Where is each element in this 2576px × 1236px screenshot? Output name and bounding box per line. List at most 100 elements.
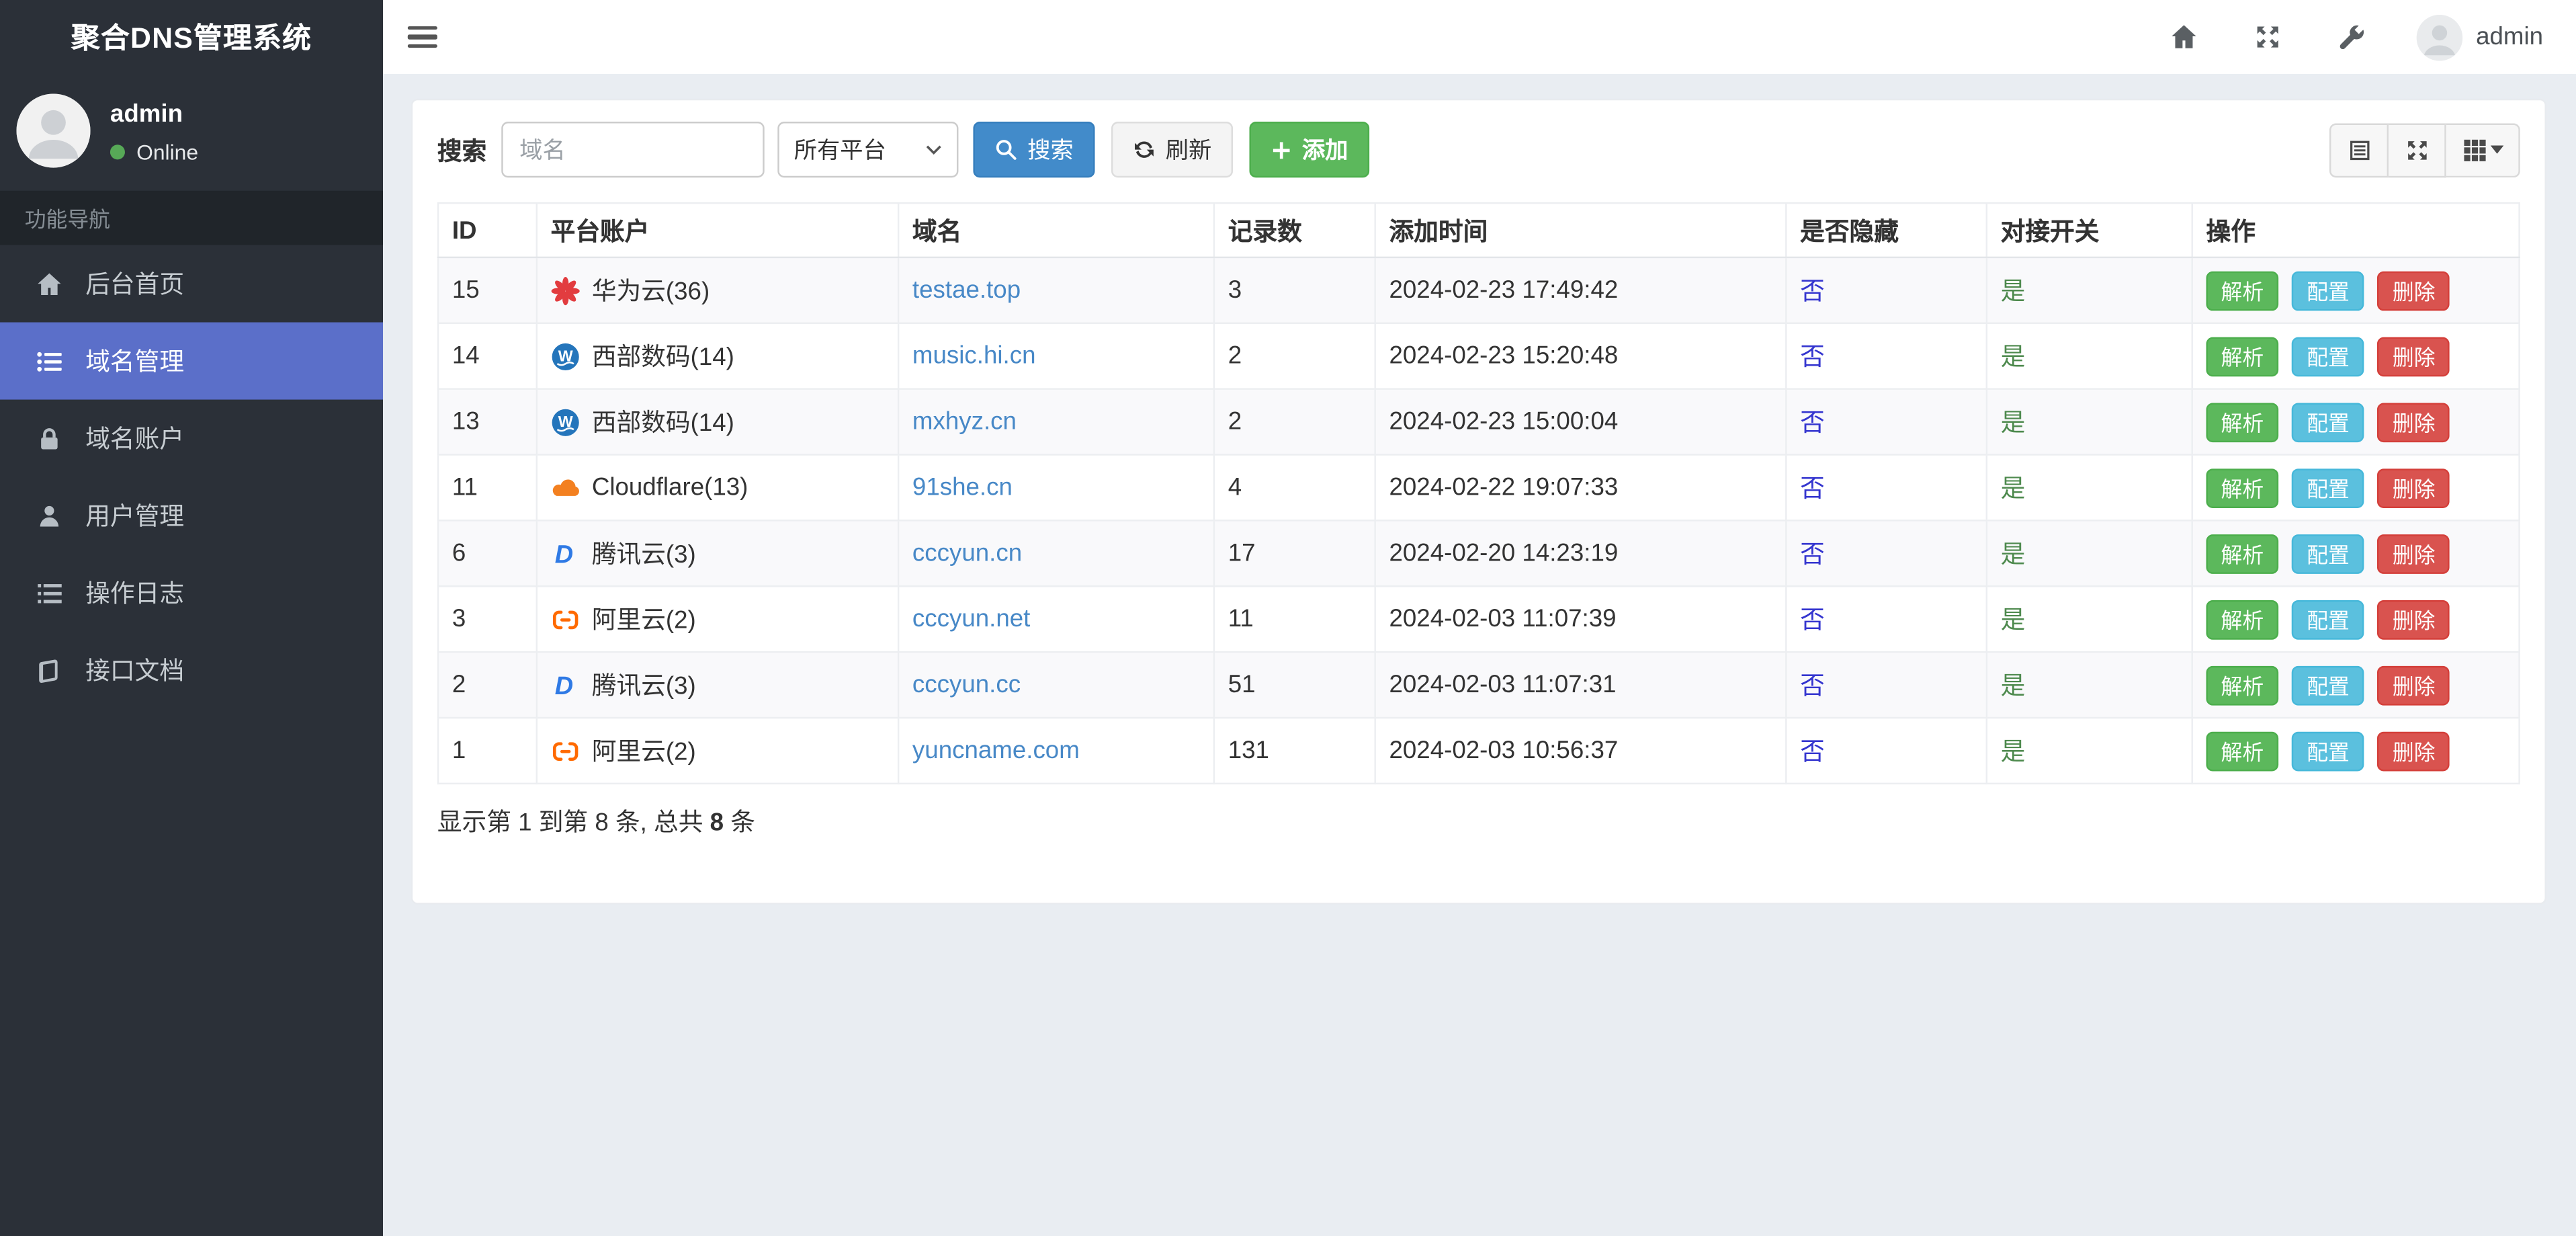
domain-link[interactable]: yuncname.com: [912, 737, 1080, 765]
table-header-row: ID 平台账户 域名 记录数 添加时间 是否隐藏 对接开关 操作: [437, 202, 2520, 259]
search-input[interactable]: [501, 122, 765, 178]
config-button[interactable]: 配置: [2292, 336, 2364, 376]
user-menu[interactable]: admin: [2394, 13, 2553, 60]
cell-hidden: 否: [1785, 454, 1988, 522]
columns-button[interactable]: [2446, 122, 2520, 177]
switch-toggle[interactable]: 是: [2001, 739, 2026, 767]
chevron-down-icon: [926, 145, 942, 155]
lock-icon: [33, 425, 66, 451]
fullscreen-button[interactable]: [2226, 0, 2310, 74]
hidden-toggle[interactable]: 否: [1800, 541, 1825, 569]
domain-link[interactable]: cccyun.cc: [912, 671, 1021, 699]
domain-link[interactable]: 91she.cn: [912, 474, 1013, 502]
delete-button[interactable]: 删除: [2377, 468, 2450, 507]
switch-toggle[interactable]: 是: [2001, 343, 2026, 372]
delete-button[interactable]: 删除: [2377, 599, 2450, 639]
topbar-actions: admin: [2142, 0, 2576, 74]
domain-link[interactable]: testae.top: [912, 276, 1021, 304]
config-button[interactable]: 配置: [2292, 402, 2364, 442]
sidebar-item-dashboard[interactable]: 后台首页: [0, 245, 383, 323]
parse-button[interactable]: 解析: [2206, 731, 2279, 771]
add-button[interactable]: 添加: [1249, 122, 1370, 178]
hidden-toggle[interactable]: 否: [1800, 739, 1825, 767]
switch-toggle[interactable]: 是: [2001, 278, 2026, 306]
cell-actions: 解析 配置 删除: [2191, 256, 2520, 325]
cell-switch: 是: [1985, 585, 2193, 653]
dnspod-icon: D: [551, 538, 581, 568]
hidden-toggle[interactable]: 否: [1800, 343, 1825, 372]
domain-link[interactable]: cccyun.cn: [912, 540, 1022, 568]
settings-button[interactable]: [2310, 0, 2394, 74]
switch-toggle[interactable]: 是: [2001, 607, 2026, 635]
domain-link[interactable]: mxhyz.cn: [912, 408, 1017, 436]
cell-domain: yuncname.com: [897, 716, 1215, 785]
parse-button[interactable]: 解析: [2206, 468, 2279, 507]
switch-toggle[interactable]: 是: [2001, 475, 2026, 503]
parse-button[interactable]: 解析: [2206, 665, 2279, 705]
sidebar-item-domains[interactable]: 域名管理: [0, 322, 384, 400]
table-row: 15 华为云(36) testae.top 3 2024-02-23 17:49…: [437, 256, 2520, 325]
delete-button[interactable]: 删除: [2377, 336, 2450, 376]
table-row: 6 D 腾讯云(3) cccyun.cn 17 2024-02-20 14:23…: [437, 520, 2520, 587]
cell-switch: 是: [1985, 520, 2193, 587]
domain-link[interactable]: music.hi.cn: [912, 342, 1036, 370]
search-button[interactable]: 搜索: [973, 122, 1095, 178]
hidden-toggle[interactable]: 否: [1800, 607, 1825, 635]
hidden-toggle[interactable]: 否: [1800, 409, 1825, 438]
west-icon: W: [551, 407, 581, 437]
detail-view-button[interactable]: [2329, 122, 2389, 177]
platform-select[interactable]: 所有平台: [777, 122, 959, 178]
delete-button[interactable]: 删除: [2377, 731, 2450, 771]
sidebar-item-api-docs[interactable]: 接口文档: [0, 632, 383, 709]
parse-button[interactable]: 解析: [2206, 336, 2279, 376]
parse-button[interactable]: 解析: [2206, 402, 2279, 442]
topbar-user-name: admin: [2476, 23, 2544, 51]
user-icon: [33, 502, 66, 528]
config-button[interactable]: 配置: [2292, 599, 2364, 639]
config-button[interactable]: 配置: [2292, 270, 2364, 311]
cell-domain: testae.top: [897, 256, 1215, 325]
content-area: 搜索 所有平台 搜索: [383, 74, 2576, 1236]
grid-icon: [2462, 137, 2487, 162]
config-button[interactable]: 配置: [2292, 533, 2364, 573]
hidden-toggle[interactable]: 否: [1800, 475, 1825, 503]
delete-button[interactable]: 删除: [2377, 665, 2450, 705]
user-status-label: Online: [136, 139, 199, 165]
hidden-toggle[interactable]: 否: [1800, 673, 1825, 701]
sidebar-item-label: 后台首页: [85, 271, 185, 300]
fullscreen-table-button[interactable]: [2389, 122, 2446, 177]
domain-link[interactable]: cccyun.net: [912, 605, 1030, 633]
delete-button[interactable]: 删除: [2377, 270, 2450, 311]
platform-select-value: 所有平台: [793, 136, 886, 163]
home-button[interactable]: [2142, 0, 2226, 74]
parse-button[interactable]: 解析: [2206, 270, 2279, 311]
config-button[interactable]: 配置: [2292, 731, 2364, 771]
delete-button[interactable]: 删除: [2377, 402, 2450, 442]
col-header-hidden: 是否隐藏: [1785, 202, 1988, 259]
parse-button[interactable]: 解析: [2206, 599, 2279, 639]
refresh-button[interactable]: 刷新: [1111, 122, 1234, 178]
log-icon: [33, 579, 66, 606]
online-dot: [110, 144, 125, 159]
dnspod-icon: D: [551, 670, 581, 700]
cell-records: 2: [1213, 388, 1376, 456]
config-button[interactable]: 配置: [2292, 468, 2364, 507]
sidebar-toggle-button[interactable]: [407, 25, 437, 49]
cell-hidden: 否: [1785, 322, 1988, 390]
table-row: 2 D 腾讯云(3) cccyun.cc 51 2024-02-03 11:07…: [437, 651, 2520, 719]
cell-hidden: 否: [1785, 716, 1988, 785]
switch-toggle[interactable]: 是: [2001, 409, 2026, 438]
sidebar-item-logs[interactable]: 操作日志: [0, 554, 383, 632]
hidden-toggle[interactable]: 否: [1800, 278, 1825, 306]
delete-button[interactable]: 删除: [2377, 533, 2450, 573]
switch-toggle[interactable]: 是: [2001, 673, 2026, 701]
sidebar-item-users[interactable]: 用户管理: [0, 477, 383, 554]
parse-button[interactable]: 解析: [2206, 533, 2279, 573]
cell-id: 3: [437, 585, 538, 653]
doc-icon: [33, 657, 66, 683]
sidebar-item-accounts[interactable]: 域名账户: [0, 400, 383, 477]
switch-toggle[interactable]: 是: [2001, 541, 2026, 569]
home-icon: [33, 270, 66, 296]
config-button[interactable]: 配置: [2292, 665, 2364, 705]
cell-added-time: 2024-02-23 15:20:48: [1374, 322, 1787, 390]
